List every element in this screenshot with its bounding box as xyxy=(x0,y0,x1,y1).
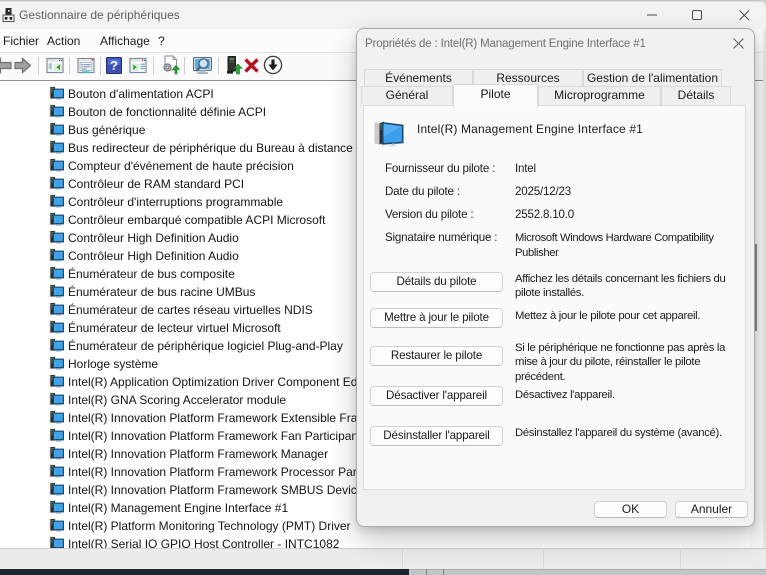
svg-text:?: ? xyxy=(110,58,118,73)
